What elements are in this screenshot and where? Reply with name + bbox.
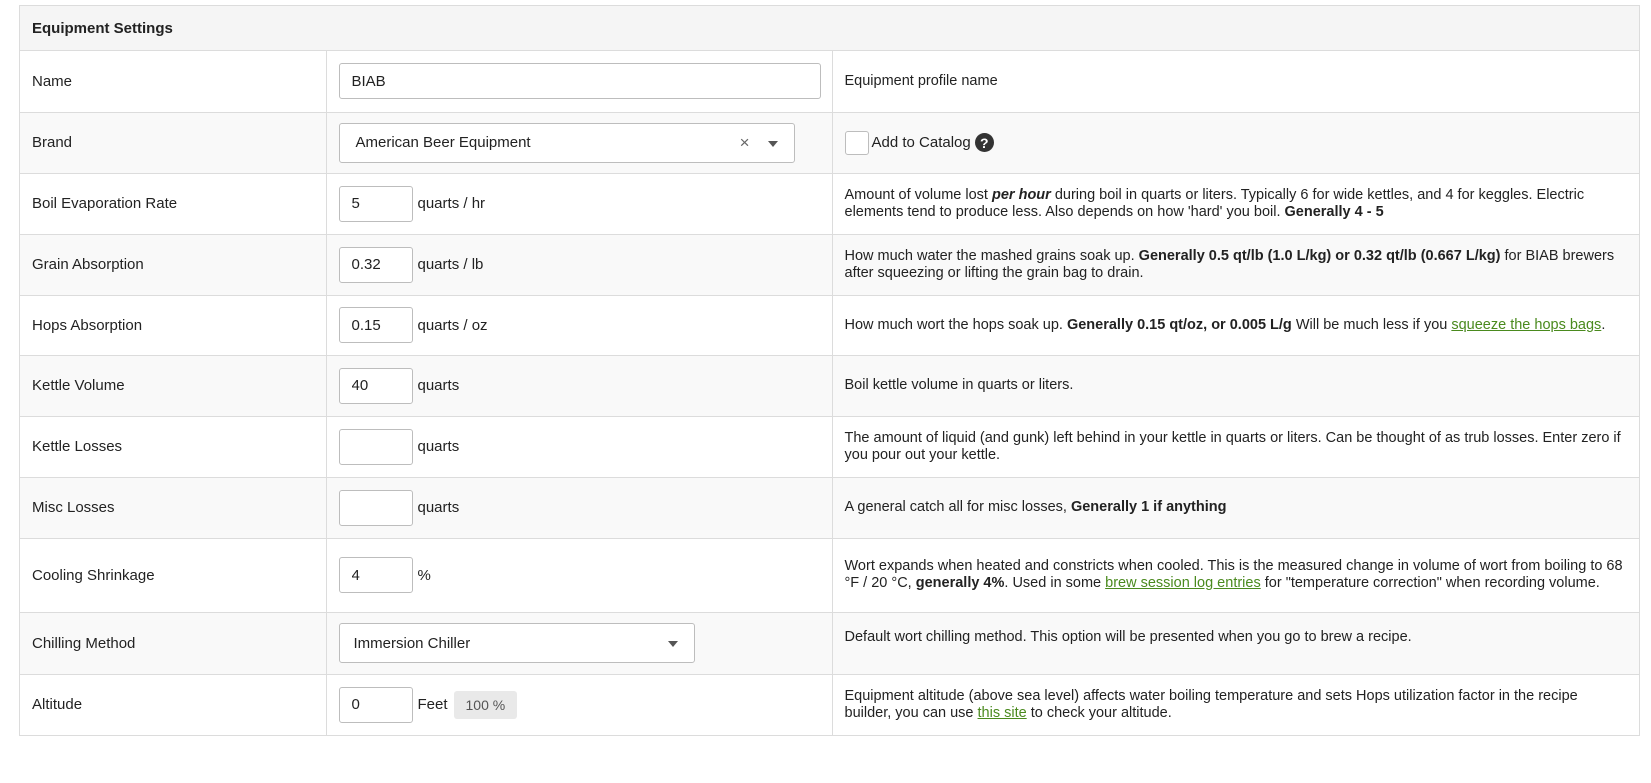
desc-bold: Generally 4 - 5: [1284, 203, 1384, 220]
kettle-volume-input[interactable]: [338, 367, 413, 404]
row-description: Default wort chilling method. This optio…: [844, 628, 1412, 645]
this-site-link[interactable]: this site: [978, 705, 1027, 721]
unit-label: quarts / hr: [417, 195, 486, 212]
row-label: Altitude: [32, 696, 83, 714]
row-description: The amount of liquid (and gunk) left beh…: [844, 429, 1621, 463]
row-hops-absorption: Hops Absorption quarts / oz How much wor…: [20, 294, 1639, 355]
unit-label: quarts: [417, 377, 460, 394]
unit-label: %: [417, 566, 431, 584]
desc-bold: Generally 0.15 qt/oz, or 0.005 L/g: [1066, 316, 1292, 333]
row-label: Name: [32, 72, 73, 90]
equipment-settings-panel: Equipment Settings Name Equipment profil…: [19, 5, 1640, 736]
brand-select[interactable]: American Beer Equipment ×: [338, 122, 795, 163]
desc-text: A general catch all for misc losses,: [844, 499, 1071, 515]
unit-label: quarts: [417, 438, 460, 455]
desc-text: Equipment altitude (above sea level) aff…: [844, 687, 1578, 721]
cooling-shrinkage-input[interactable]: [338, 557, 413, 593]
boil-evaporation-input[interactable]: [338, 185, 413, 222]
row-description: Amount of volume lost per hour during bo…: [832, 172, 1639, 234]
row-misc-losses: Misc Losses quarts A general catch all f…: [20, 476, 1639, 538]
desc-bold: generally 4%: [915, 575, 1005, 591]
grain-absorption-input[interactable]: [338, 246, 413, 283]
add-to-catalog-checkbox[interactable]: [844, 130, 869, 155]
desc-bold: Generally 0.5 qt/lb (1.0 L/kg) or 0.32 q…: [1138, 247, 1501, 264]
row-label: Brand: [32, 134, 73, 151]
row-altitude: Altitude Feet 100 % Equipment altitude (…: [20, 673, 1639, 735]
row-label: Hops Absorption: [32, 316, 143, 334]
unit-label: Feet: [417, 696, 448, 714]
desc-text: Will be much less if you: [1291, 316, 1452, 333]
row-description: Equipment profile name: [844, 72, 998, 89]
desc-text: for "temperature correction" when record…: [1260, 575, 1600, 591]
unit-label: quarts / oz: [417, 316, 488, 334]
desc-text: Amount of volume lost: [844, 186, 992, 203]
desc-bold: Generally 1 if anything: [1070, 499, 1227, 515]
desc-text: How much water the mashed grains soak up…: [844, 247, 1139, 264]
chevron-down-icon[interactable]: [767, 140, 778, 147]
row-description: Equipment altitude (above sea level) aff…: [832, 673, 1639, 735]
add-to-catalog-label: Add to Catalog: [871, 134, 971, 151]
row-description: How much wort the hops soak up. Generall…: [832, 294, 1639, 355]
altitude-input[interactable]: [338, 686, 413, 723]
row-brand: Brand American Beer Equipment × Add to C…: [20, 111, 1639, 173]
row-kettle-losses: Kettle Losses quarts The amount of liqui…: [20, 415, 1639, 477]
misc-losses-input[interactable]: [338, 489, 413, 526]
brew-session-log-link[interactable]: brew session log entries: [1105, 575, 1261, 591]
row-kettle-volume: Kettle Volume quarts Boil kettle volume …: [20, 354, 1639, 416]
squeeze-hops-link[interactable]: squeeze the hops bags: [1451, 317, 1601, 333]
unit-label: quarts: [417, 499, 460, 516]
kettle-losses-input[interactable]: [338, 428, 413, 465]
row-grain-absorption: Grain Absorption quarts / lb How much wa…: [20, 233, 1639, 295]
desc-text: .: [1601, 316, 1606, 333]
desc-emphasis: per hour: [992, 186, 1051, 203]
row-description: How much water the mashed grains soak up…: [832, 233, 1639, 295]
row-label: Grain Absorption: [32, 256, 144, 273]
chilling-selected-value: Immersion Chiller: [353, 634, 471, 652]
hops-absorption-input[interactable]: [338, 307, 413, 343]
row-chilling-method: Chilling Method Immersion Chiller Defaul…: [20, 611, 1639, 674]
row-label: Misc Losses: [32, 499, 115, 516]
desc-text: How much wort the hops soak up.: [844, 316, 1067, 333]
help-icon[interactable]: ?: [974, 133, 994, 152]
clear-icon[interactable]: ×: [740, 133, 750, 153]
row-description: Wort expands when heated and constricts …: [832, 537, 1639, 612]
settings-table: Name Equipment profile name Brand Americ…: [20, 51, 1639, 735]
row-boil-evaporation: Boil Evaporation Rate quarts / hr Amount…: [20, 172, 1639, 234]
row-label: Boil Evaporation Rate: [32, 195, 178, 212]
chilling-method-select[interactable]: Immersion Chiller: [338, 623, 695, 663]
unit-label: quarts / lb: [417, 256, 484, 273]
row-description: A general catch all for misc losses, Gen…: [832, 476, 1639, 538]
panel-title: Equipment Settings: [20, 6, 1639, 51]
row-label: Chilling Method: [32, 634, 136, 652]
row-label: Cooling Shrinkage: [32, 566, 155, 584]
desc-text: . Used in some: [1004, 575, 1106, 591]
row-cooling-shrinkage: Cooling Shrinkage % Wort expands when he…: [20, 537, 1639, 612]
row-label: Kettle Losses: [32, 438, 123, 455]
brand-selected-value: American Beer Equipment: [355, 134, 531, 151]
row-description: Boil kettle volume in quarts or liters.: [844, 377, 1074, 393]
name-input[interactable]: [338, 63, 821, 100]
row-name: Name Equipment profile name: [20, 51, 1639, 112]
hops-utilization-badge: 100 %: [453, 690, 518, 719]
chevron-down-icon[interactable]: [667, 641, 678, 647]
desc-text: to check your altitude.: [1026, 704, 1172, 721]
row-label: Kettle Volume: [32, 377, 125, 394]
